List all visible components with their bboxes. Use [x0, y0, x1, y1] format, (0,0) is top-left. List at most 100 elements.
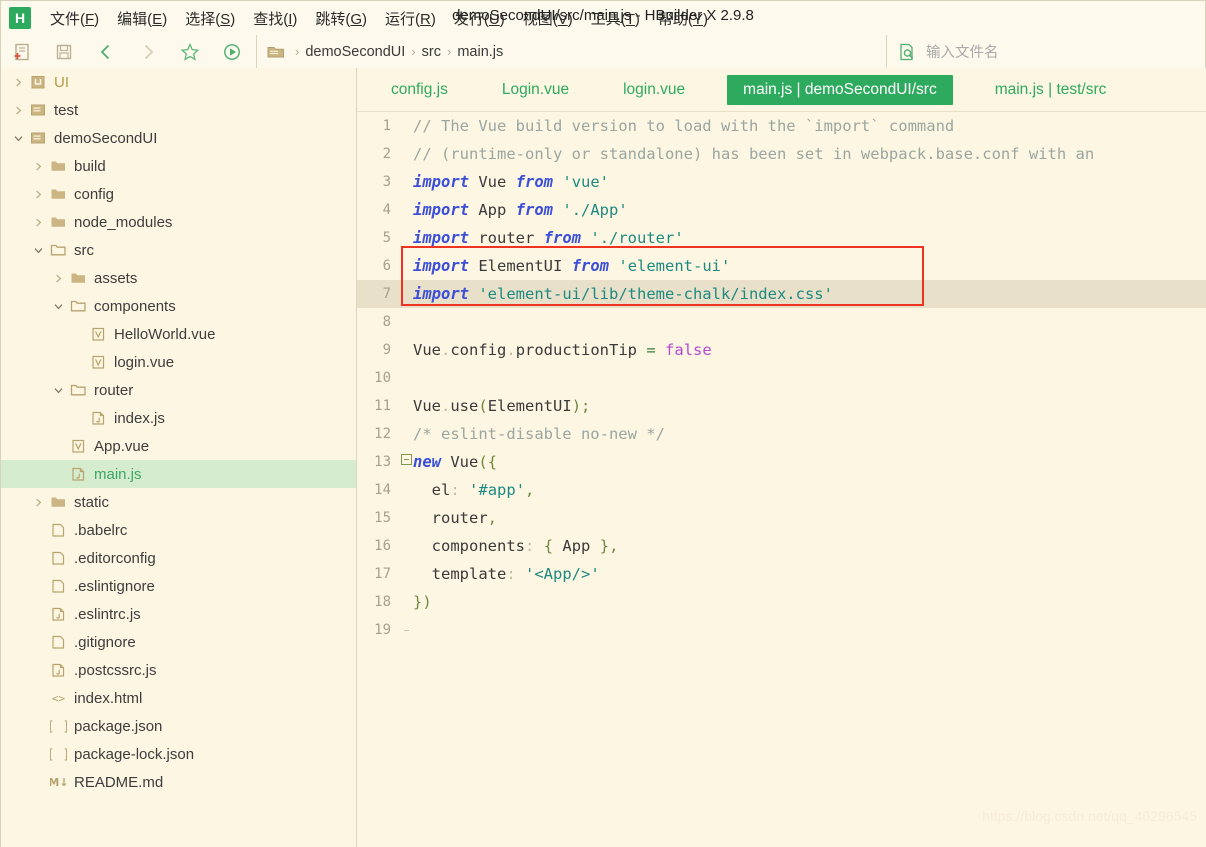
run-icon[interactable] — [217, 39, 247, 65]
tree-item-label: node_modules — [74, 213, 173, 231]
chevron-down-icon[interactable] — [49, 301, 67, 312]
folder-open-icon — [47, 242, 69, 258]
code-line-10[interactable]: 10 — [357, 364, 1206, 392]
tree-item-assets[interactable]: assets — [1, 264, 356, 292]
code-line-17[interactable]: 17 template: '<App/>' — [357, 560, 1206, 588]
tree-item-readme-md[interactable]: M↓ README.md — [1, 768, 356, 796]
new-file-icon[interactable] — [7, 39, 37, 65]
project-tree[interactable]: UI test demoSecondUI build config node_module… — [1, 68, 356, 847]
tree-item-babelrc[interactable]: .babelrc — [1, 516, 356, 544]
code-line-19[interactable]: 19 — [357, 616, 1206, 644]
chevron-right-icon[interactable] — [29, 161, 47, 172]
tree-item-demosecondui[interactable]: demoSecondUI — [1, 124, 356, 152]
tree-item-index-js[interactable]: index.js — [1, 404, 356, 432]
code-line-7[interactable]: 7 import 'element-ui/lib/theme-chalk/inde… — [357, 280, 1206, 308]
tree-item-label: login.vue — [114, 353, 175, 371]
tree-item-main-js[interactable]: main.js — [1, 460, 356, 488]
tree-item-editorconfig[interactable]: .editorconfig — [1, 544, 356, 572]
tree-item-test[interactable]: test — [1, 96, 356, 124]
tree-item-label: .babelrc — [74, 521, 128, 539]
breadcrumb-item-project[interactable]: demoSecondUI — [305, 44, 405, 60]
code-line-13[interactable]: 13 new Vue({ — [357, 448, 1206, 476]
menu-item-7[interactable]: 发行(U) — [445, 5, 514, 32]
chevron-right-icon[interactable] — [49, 273, 67, 284]
code-line-9[interactable]: 9 Vue.config.productionTip = false — [357, 336, 1206, 364]
chevron-down-icon[interactable] — [29, 245, 47, 256]
forward-arrow-icon[interactable] — [133, 39, 163, 65]
editor-tab-4[interactable]: main.js | demoSecondUI/src — [727, 74, 953, 105]
code-line-3[interactable]: 3 import Vue from 'vue' — [357, 168, 1206, 196]
tree-item-node-modules[interactable]: node_modules — [1, 208, 356, 236]
svg-text:[ ]: [ ] — [50, 747, 67, 762]
back-arrow-icon[interactable] — [91, 39, 121, 65]
menu-item-9[interactable]: 工具(T) — [582, 5, 649, 32]
menu-item-3[interactable]: 选择(S) — [176, 5, 244, 32]
code-line-14[interactable]: 14 el: '#app', — [357, 476, 1206, 504]
chevron-down-icon[interactable] — [9, 133, 27, 144]
code-line-18[interactable]: 18}) — [357, 588, 1206, 616]
menu-item-8[interactable]: 视图(V) — [514, 5, 582, 32]
tree-item-package-lock-json[interactable]: [ ] package-lock.json — [1, 740, 356, 768]
tree-item-login-vue[interactable]: login.vue — [1, 348, 356, 376]
editor-tab-1[interactable]: config.js — [379, 76, 460, 104]
save-icon[interactable] — [49, 39, 79, 65]
code-line-1[interactable]: 1 // The Vue build version to load with t… — [357, 112, 1206, 140]
menu-item-6[interactable]: 运行(R) — [376, 5, 445, 32]
tree-item-build[interactable]: build — [1, 152, 356, 180]
code-line-5[interactable]: 5 import router from './router' — [357, 224, 1206, 252]
menu-item-4[interactable]: 查找(I) — [244, 5, 306, 32]
breadcrumb-item-file[interactable]: main.js — [457, 44, 503, 60]
code-line-4[interactable]: 4 import App from './App' — [357, 196, 1206, 224]
chevron-down-icon[interactable] — [49, 385, 67, 396]
menu-item-2[interactable]: 编辑(E) — [108, 5, 176, 32]
chevron-right-icon[interactable] — [9, 105, 27, 116]
chevron-right-icon[interactable] — [29, 217, 47, 228]
chevron-right-icon[interactable] — [29, 497, 47, 508]
file-search[interactable]: 输入文件名 — [897, 35, 999, 68]
tree-item-package-json[interactable]: [ ] package.json — [1, 712, 356, 740]
tree-item-label: static — [74, 493, 110, 511]
editor-tab-bar[interactable]: config.js Login.vue login.vue main.js | dem… — [357, 68, 1206, 112]
tree-item-postcssrc-js[interactable]: .postcssrc.js — [1, 656, 356, 684]
code-line-12[interactable]: 12 /* eslint-disable no-new */ — [357, 420, 1206, 448]
tree-item-label: router — [94, 381, 134, 399]
tree-item-components[interactable]: components — [1, 292, 356, 320]
breadcrumb-separator: › — [411, 44, 416, 59]
line-number: 18 — [374, 594, 391, 610]
tree-item-eslintrc-js[interactable]: .eslintrc.js — [1, 600, 356, 628]
code-line-11[interactable]: 11 Vue.use(ElementUI); — [357, 392, 1206, 420]
menu-item-5[interactable]: 跳转(G) — [306, 5, 376, 32]
tree-item-router[interactable]: router — [1, 376, 356, 404]
breadcrumb[interactable]: › demoSecondUI › src › main.js — [256, 35, 887, 68]
menu-item-1[interactable]: 文件(F) — [41, 5, 108, 32]
tree-item-config[interactable]: config — [1, 180, 356, 208]
tree-item-label: assets — [94, 269, 138, 287]
chevron-right-icon[interactable] — [9, 77, 27, 88]
json-file-icon: [ ] — [47, 746, 69, 762]
code-line-15[interactable]: 15 router, — [357, 504, 1206, 532]
star-icon[interactable] — [175, 39, 205, 65]
tree-item-app-vue[interactable]: App.vue — [1, 432, 356, 460]
code-line-16[interactable]: 16 components: { App }, — [357, 532, 1206, 560]
code-line-8[interactable]: 8 — [357, 308, 1206, 336]
project-folder-icon — [27, 102, 49, 118]
tree-item-eslintignore[interactable]: .eslintignore — [1, 572, 356, 600]
tree-item-index-html[interactable]: <> index.html — [1, 684, 356, 712]
fold-toggle-icon[interactable] — [399, 448, 413, 476]
editor-tab-3[interactable]: login.vue — [611, 76, 697, 104]
chevron-right-icon[interactable] — [29, 189, 47, 200]
breadcrumb-item-folder[interactable]: src — [422, 44, 441, 60]
editor-tab-2[interactable]: Login.vue — [490, 76, 581, 104]
tree-item-gitignore[interactable]: .gitignore — [1, 628, 356, 656]
menu-item-10[interactable]: 帮助(Y) — [649, 5, 717, 32]
tree-item-src[interactable]: src — [1, 236, 356, 264]
code-line-6[interactable]: 6 import ElementUI from 'element-ui' — [357, 252, 1206, 280]
code-area[interactable]: 1 // The Vue build version to load with t… — [357, 112, 1206, 644]
code-text: import router from './router' — [413, 229, 684, 247]
tree-item-helloworld-vue[interactable]: HelloWorld.vue — [1, 320, 356, 348]
folder-closed-icon — [67, 270, 89, 286]
editor-tab-5[interactable]: main.js | test/src — [983, 76, 1119, 104]
code-line-2[interactable]: 2 // (runtime-only or standalone) has bee… — [357, 140, 1206, 168]
tree-item-static[interactable]: static — [1, 488, 356, 516]
tree-item-ui[interactable]: UI — [1, 68, 356, 96]
